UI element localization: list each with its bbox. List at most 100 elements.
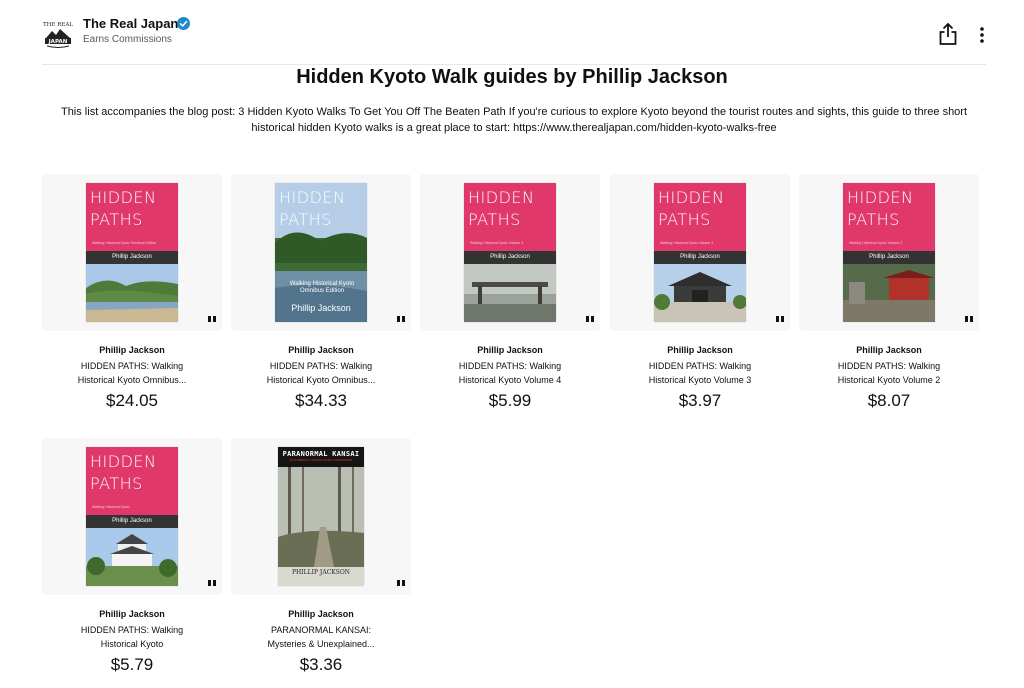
cover-author: Phillip Jackson [843, 251, 935, 264]
product-image-link[interactable]: HIDDEN PATHS Walking Historical Kyoto Phi… [42, 438, 222, 595]
cover-subtitle: Walking Historical Kyoto Volume 2 [849, 241, 903, 245]
product-card: HIDDEN PATHS Walking Historical Kyoto Omn… [42, 174, 222, 424]
share-icon [939, 22, 957, 45]
product-image-link[interactable]: HIDDEN PATHS Walking Historical Kyoto Omn… [42, 174, 222, 331]
product-card: HIDDEN PATHS Walking Historical Kyoto Vol… [610, 174, 790, 424]
cover-author: Phillip Jackson [654, 251, 746, 264]
quote-icon [586, 316, 594, 323]
product-title-line1: HIDDEN PATHS: Walking [80, 361, 184, 371]
cover-subtitle: Walking Historical Kyoto Omnibus Edition [289, 281, 355, 294]
product-card: HIDDEN PATHS Walking Historical Kyoto Vol… [420, 174, 600, 424]
logo-text-top: THE REAL [43, 22, 73, 28]
product-title-link[interactable]: HIDDEN PATHS: Walking Historical Kyoto Vo… [420, 359, 600, 387]
product-title-line2: Historical Kyoto Volume 3 [648, 375, 752, 385]
cover-title-2: PATHS [468, 210, 521, 229]
cover-subtitle: Walking Historical Kyoto [92, 505, 130, 509]
cover-photo-foggy-forest [278, 467, 364, 567]
product-title-line1: HIDDEN PATHS: Walking [648, 361, 752, 371]
book-cover: HIDDEN PATHS Walking Historical Kyoto Vol… [654, 183, 746, 322]
cover-photo-temple [654, 264, 746, 322]
product-price: $3.97 [678, 391, 722, 410]
product-title-link[interactable]: PARANORMAL KANSAI: Mysteries & Unexplaine… [231, 623, 411, 651]
product-title-link[interactable]: HIDDEN PATHS: Walking Historical Kyoto Vo… [799, 359, 979, 387]
product-author: Phillip Jackson [288, 345, 354, 355]
product-price: $3.36 [299, 655, 343, 674]
cover-subtitle: Walking Historical Kyoto Volume 4 [470, 241, 524, 245]
more-options-button[interactable] [973, 22, 991, 46]
product-title-line2: Historical Kyoto Omnibus... [77, 375, 187, 385]
logo-text-bottom: JAPAN [48, 39, 68, 45]
cover-subtitle: Walking Historical Kyoto Volume 3 [660, 241, 714, 245]
product-card: HIDDEN PATHS Walking Historical Kyoto Omn… [231, 174, 411, 424]
quote-icon [397, 580, 405, 587]
product-author: Phillip Jackson [99, 345, 165, 355]
quote-icon [397, 316, 405, 323]
book-cover: PARANORMAL KANSAI MYSTERIES & UNEXPLAINE… [278, 447, 364, 586]
product-title-link[interactable]: HIDDEN PATHS: Walking Historical Kyoto Vo… [610, 359, 790, 387]
product-title-line2: Historical Kyoto Volume 2 [837, 375, 941, 385]
cover-author: Phillip Jackson [86, 515, 178, 528]
cover-header-band: PARANORMAL KANSAI MYSTERIES & UNEXPLAINE… [278, 447, 364, 467]
cover-title-1: HIDDEN [658, 188, 725, 207]
cover-author: Phillip Jackson [86, 251, 178, 264]
product-title-link[interactable]: HIDDEN PATHS: Walking Historical Kyoto Om… [231, 359, 411, 387]
product-image-link[interactable]: HIDDEN PATHS Walking Historical Kyoto Vol… [610, 174, 790, 331]
more-vertical-icon [980, 27, 984, 43]
cover-photo-forest-gate [464, 264, 556, 322]
cover-photo-castle [86, 528, 178, 586]
book-cover: HIDDEN PATHS Walking Historical Kyoto Vol… [464, 183, 556, 322]
cover-author: Phillip Jackson [291, 303, 351, 313]
product-image-link[interactable]: HIDDEN PATHS Walking Historical Kyoto Vol… [799, 174, 979, 331]
product-author: Phillip Jackson [288, 609, 354, 619]
book-cover: HIDDEN PATHS Walking Historical Kyoto Omn… [86, 183, 178, 322]
product-title-link[interactable]: HIDDEN PATHS: Walking Historical Kyoto [42, 623, 222, 651]
product-title-line2: Historical Kyoto Omnibus... [266, 375, 376, 385]
cover-title-2: PATHS [279, 210, 332, 229]
store-header: THE REAL JAPAN The Real Japan Earns Comm… [0, 0, 1024, 66]
product-price: $8.07 [867, 391, 911, 410]
product-price: $34.33 [295, 391, 347, 410]
product-author: Phillip Jackson [667, 345, 733, 355]
product-author: Phillip Jackson [99, 609, 165, 619]
product-image-link[interactable]: HIDDEN PATHS Walking Historical Kyoto Vol… [420, 174, 600, 331]
cover-title-2: PATHS [847, 210, 900, 229]
product-author: Phillip Jackson [477, 345, 543, 355]
cover-subtitle: Walking Historical Kyoto Omnibus Edition [92, 241, 157, 245]
store-logo[interactable]: THE REAL JAPAN [42, 18, 74, 50]
product-card: PARANORMAL KANSAI MYSTERIES & UNEXPLAINE… [231, 438, 411, 688]
product-price: $5.99 [488, 391, 532, 410]
cover-photo-river [86, 264, 178, 322]
product-title-line2: Mysteries & Unexplained... [267, 639, 375, 649]
share-button[interactable] [937, 22, 959, 46]
cover-title-2: PATHS [90, 210, 143, 229]
store-name[interactable]: The Real Japan [83, 16, 178, 31]
page-title: Hidden Kyoto Walk guides by Phillip Jack… [296, 66, 728, 88]
product-image-link[interactable]: HIDDEN PATHS Walking Historical Kyoto Omn… [231, 174, 411, 331]
product-title-line1: HIDDEN PATHS: Walking [837, 361, 941, 371]
book-cover: HIDDEN PATHS Walking Historical Kyoto Vol… [843, 183, 935, 322]
product-image-link[interactable]: PARANORMAL KANSAI MYSTERIES & UNEXPLAINE… [231, 438, 411, 595]
quote-icon [208, 316, 216, 323]
product-title-line1: HIDDEN PATHS: Walking [458, 361, 562, 371]
list-description: This list accompanies the blog post: 3 H… [60, 106, 968, 134]
verified-check-icon [177, 17, 190, 30]
product-card: HIDDEN PATHS Walking Historical Kyoto Vol… [799, 174, 979, 424]
quote-icon [965, 316, 973, 323]
product-title-link[interactable]: HIDDEN PATHS: Walking Historical Kyoto Om… [42, 359, 222, 387]
cover-title-1: HIDDEN [468, 188, 535, 207]
quote-icon [208, 580, 216, 587]
header-divider [42, 64, 986, 65]
product-title-line1: HIDDEN PATHS: Walking [269, 361, 373, 371]
cover-title-1: HIDDEN [847, 188, 914, 207]
cover-title-1: HIDDEN [90, 452, 157, 471]
cover-author: Phillip Jackson [464, 251, 556, 264]
product-card: HIDDEN PATHS Walking Historical Kyoto Phi… [42, 438, 222, 688]
quote-icon [776, 316, 784, 323]
product-title-line1: HIDDEN PATHS: Walking [80, 625, 184, 635]
cover-title-1: HIDDEN [279, 188, 346, 207]
product-price: $5.79 [110, 655, 154, 674]
store-subtitle: Earns Commissions [83, 34, 172, 45]
cover-author: PHILLIP JACKSON [291, 569, 350, 576]
book-cover: HIDDEN PATHS Walking Historical Kyoto Phi… [86, 447, 178, 586]
product-title-line2: Historical Kyoto [100, 639, 164, 649]
